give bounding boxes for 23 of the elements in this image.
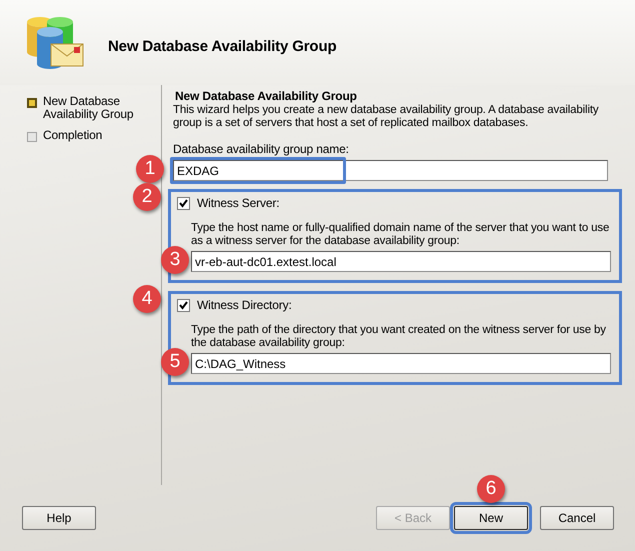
name-input-field[interactable]: EXDAG [173, 160, 608, 181]
callout-number: 5 [161, 348, 189, 376]
wizard-step[interactable]: New Database Availability Group [43, 95, 139, 121]
page-heading: New Database Availability Group [174, 89, 358, 103]
field-label: Database availability group name: [173, 142, 349, 156]
help-button[interactable]: Help [22, 506, 96, 530]
checkbox-label[interactable]: Witness Server: [197, 196, 280, 210]
checkbox[interactable] [177, 196, 190, 210]
instruction-text: Type the host name or fully-qualified domain name of the server that you want to use as a witness server for the database availability group: [191, 222, 610, 248]
instruction-text: Type the path of the directory that you want created on the witness server for use by the database availability group: [191, 324, 607, 350]
wizard-step[interactable]: Completion [43, 129, 139, 142]
callout-number: 6 [477, 475, 505, 503]
callout-number: 1 [136, 155, 164, 183]
callout-number: 3 [161, 246, 189, 274]
description-text: This wizard helps you create a new database availability group. A database availability group is a set of servers that host a set of replicated mailbox databases. [173, 104, 600, 130]
wizard-button[interactable]: Cancel [540, 506, 614, 530]
callout-number: 2 [133, 183, 161, 211]
callout-number: 4 [133, 285, 161, 313]
checkbox[interactable] [177, 298, 190, 312]
directory-input-field[interactable]: C:\DAG_Witness [191, 353, 611, 374]
checkbox-label[interactable]: Witness Directory: [197, 298, 292, 312]
server-input-field[interactable]: vr-eb-aut-dc01.extest.local [191, 251, 611, 272]
window-title: New Database Availability Group [108, 38, 336, 55]
